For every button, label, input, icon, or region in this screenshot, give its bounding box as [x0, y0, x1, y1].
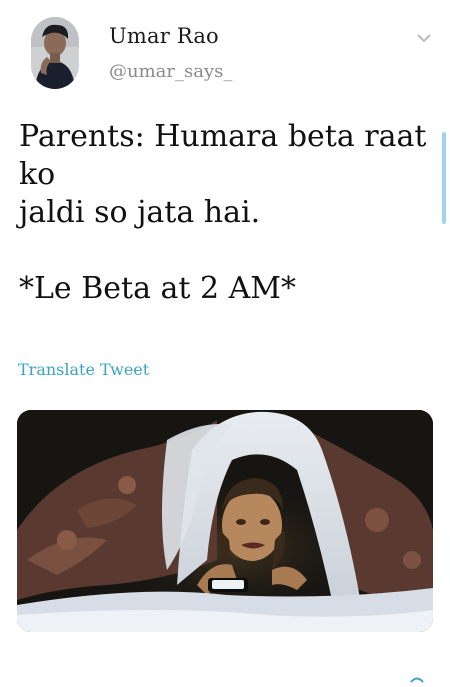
tweet-line: jaldi so jata hai.	[19, 195, 261, 230]
meme-image	[17, 410, 433, 632]
tweet-line: *Le Beta at 2 AM*	[19, 271, 296, 306]
tweet-line: Parents: Humara beta raat	[19, 119, 427, 154]
chevron-down-icon[interactable]	[414, 30, 434, 44]
avatar[interactable]	[31, 17, 79, 89]
tweet-media-image[interactable]	[17, 410, 433, 632]
tweet-line: ko	[19, 157, 56, 192]
tweet-header: Umar Rao @umar_says_	[0, 0, 450, 100]
user-handle[interactable]: @umar_says_	[109, 61, 232, 82]
scroll-indicator[interactable]	[442, 132, 446, 224]
translate-tweet-link[interactable]: Translate Tweet	[18, 360, 149, 379]
tweet-text: Parents: Humara beta raat ko jaldi so ja…	[19, 118, 427, 308]
scroll-dot-icon	[410, 668, 424, 683]
display-name[interactable]: Umar Rao	[109, 24, 219, 48]
